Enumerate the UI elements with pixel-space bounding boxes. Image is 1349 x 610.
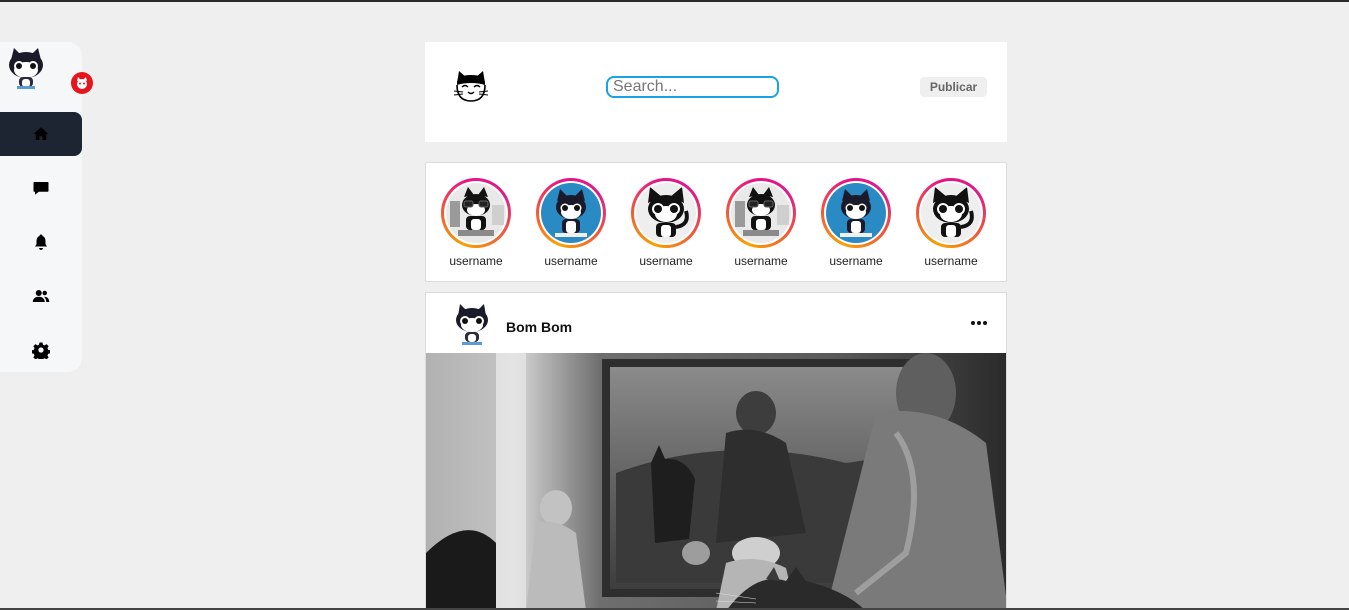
post-author-avatar[interactable] (452, 302, 492, 346)
post-author-name[interactable]: Bom Bom (506, 319, 572, 335)
more-options-icon[interactable] (971, 313, 987, 333)
story-avatar (921, 183, 981, 243)
top-bar: Publicar (425, 42, 1007, 142)
story-avatar (541, 183, 601, 243)
notification-badge[interactable] (71, 72, 93, 94)
story-ring (536, 178, 606, 248)
story-avatar (636, 183, 696, 243)
story-item[interactable]: username (436, 178, 516, 268)
sidebar-item-notifications[interactable] (0, 220, 82, 264)
cat-logo-icon[interactable] (453, 69, 489, 105)
story-item[interactable]: username (911, 178, 991, 268)
post-card: Bom Bom (425, 292, 1007, 610)
story-avatar (731, 183, 791, 243)
story-ring (821, 178, 891, 248)
post-image[interactable] (426, 353, 1006, 609)
story-username: username (924, 254, 978, 268)
stories-bar: username username username username user… (425, 162, 1007, 282)
search-input[interactable] (606, 76, 779, 98)
story-ring (441, 178, 511, 248)
publish-button[interactable]: Publicar (920, 77, 987, 97)
window-top-border (0, 0, 1349, 2)
story-item[interactable]: username (531, 178, 611, 268)
bell-icon (35, 234, 47, 250)
sidebar-item-messages[interactable] (0, 166, 82, 210)
home-icon (33, 127, 49, 140)
app-logo[interactable] (5, 46, 47, 90)
story-ring (726, 178, 796, 248)
story-username: username (544, 254, 598, 268)
story-item[interactable]: username (721, 178, 801, 268)
sidebar-item-home[interactable] (0, 112, 82, 156)
story-username: username (734, 254, 788, 268)
chat-icon (33, 182, 49, 195)
story-username: username (449, 254, 503, 268)
users-icon (32, 290, 50, 302)
story-ring (916, 178, 986, 248)
sidebar-item-settings[interactable] (0, 328, 82, 372)
story-avatar (446, 183, 506, 243)
sidebar (0, 42, 93, 372)
gear-icon (32, 342, 50, 359)
story-ring (631, 178, 701, 248)
story-username: username (829, 254, 883, 268)
sidebar-item-friends[interactable] (0, 274, 82, 318)
cat-badge-icon (77, 77, 87, 89)
story-avatar (826, 183, 886, 243)
story-item[interactable]: username (626, 178, 706, 268)
story-item[interactable]: username (816, 178, 896, 268)
story-username: username (639, 254, 693, 268)
